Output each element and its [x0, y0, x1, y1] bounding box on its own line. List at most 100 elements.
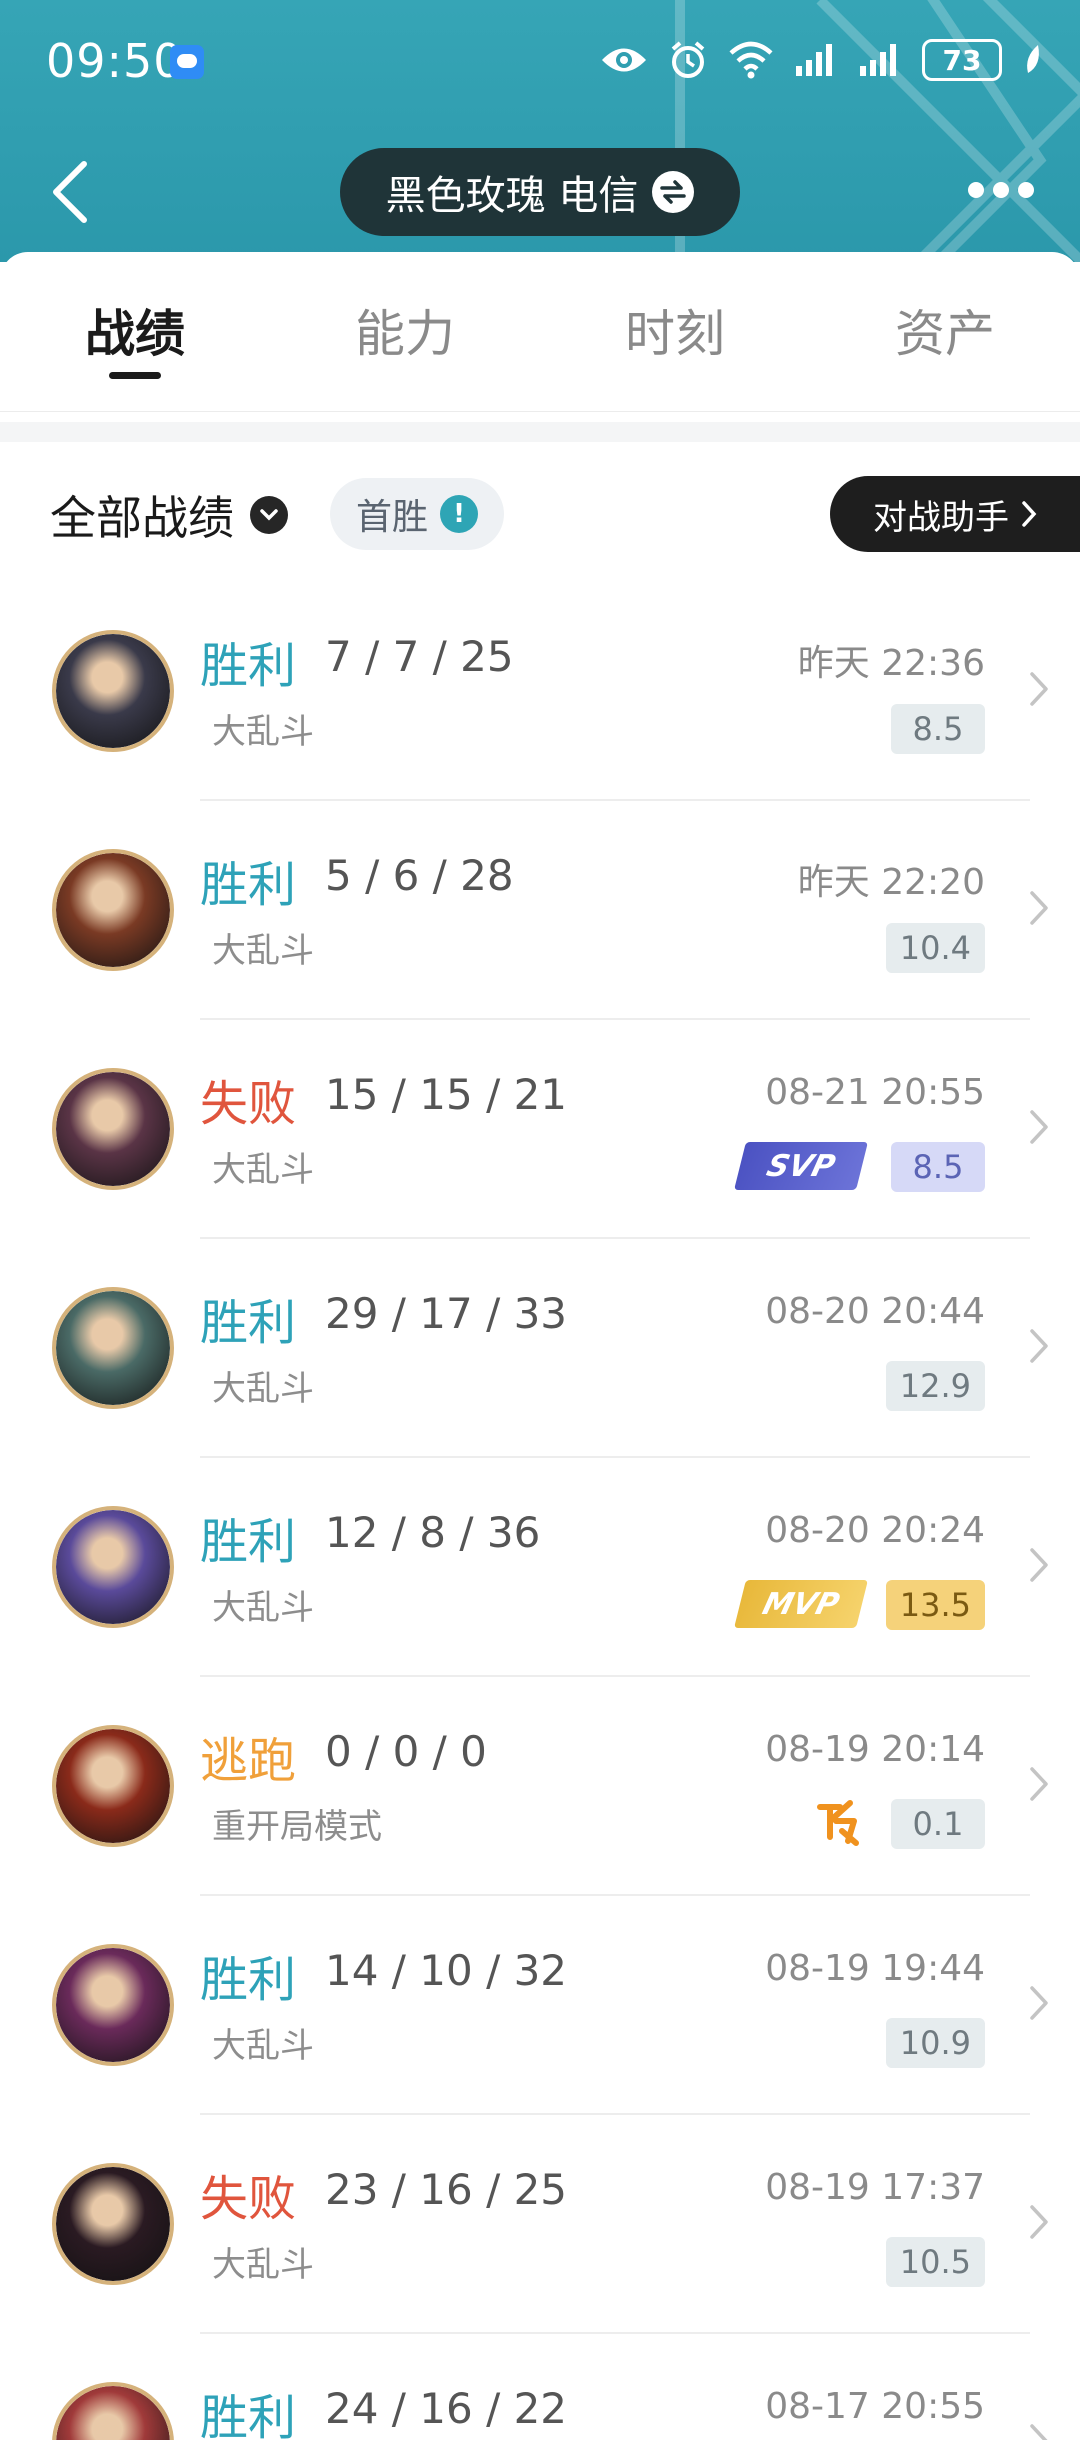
match-result: 胜利	[200, 638, 297, 694]
first-win-label: 首胜	[356, 497, 429, 538]
chevron-right-icon	[1030, 2205, 1048, 2239]
escape-icon	[817, 1800, 859, 1846]
match-score: 10.5	[885, 2237, 985, 2287]
back-arrow-icon	[53, 161, 87, 223]
nav-bar: 黑色玫瑰 电信	[0, 140, 1080, 240]
battle-assistant-label: 对战助手	[873, 497, 1009, 538]
champion-portrait	[56, 1291, 170, 1405]
champion-avatar	[52, 1506, 174, 1628]
kda-value: 24 / 16 / 22	[325, 2384, 568, 2433]
status-icons: 73	[600, 36, 1044, 84]
account-name: 黑色玫瑰 电信	[385, 173, 639, 219]
champion-portrait	[56, 2386, 170, 2440]
account-switcher[interactable]: 黑色玫瑰 电信	[340, 148, 740, 236]
battle-assistant-button[interactable]: 对战助手	[830, 476, 1080, 552]
tab-records[interactable]: 战绩	[0, 252, 270, 411]
champion-avatar	[52, 849, 174, 971]
match-row[interactable]: 胜利 12 / 8 / 36 大乱斗 08-20 20:24 13.5 MVP	[0, 1458, 1080, 1677]
champion-portrait	[56, 1510, 170, 1624]
match-result: 失败	[200, 1076, 297, 1132]
match-result: 胜利	[200, 1514, 297, 1570]
champion-portrait	[56, 1729, 170, 1843]
match-row[interactable]: 胜利 5 / 6 / 28 大乱斗 昨天 22:20 10.4	[0, 801, 1080, 1020]
champion-avatar	[52, 1287, 174, 1409]
battery-indicator: 73	[922, 39, 1002, 81]
alarm-icon	[671, 41, 705, 78]
kda-value: 15 / 15 / 21	[325, 1070, 568, 1119]
kda-value: 0 / 0 / 0	[325, 1727, 487, 1776]
mvp-badge: MVP	[734, 1580, 868, 1628]
first-win-chip[interactable]: 首胜 !	[330, 478, 505, 550]
kda-value: 29 / 17 / 33	[325, 1289, 568, 1338]
chevron-right-icon	[1030, 672, 1048, 706]
champion-portrait	[56, 853, 170, 967]
chevron-down-icon	[250, 496, 288, 534]
match-row[interactable]: 逃跑 0 / 0 / 0 重开局模式 08-19 20:14 0.1	[0, 1677, 1080, 1896]
chevron-right-icon	[1030, 1548, 1048, 1582]
section-divider	[0, 422, 1080, 442]
game-mode: 大乱斗	[212, 2026, 314, 2066]
match-score: 13.5	[885, 1580, 985, 1630]
champion-portrait	[56, 1948, 170, 2062]
champion-avatar	[52, 630, 174, 752]
status-time: 09:50	[46, 34, 184, 88]
kda-value: 12 / 8 / 36	[325, 1508, 541, 1557]
chevron-right-icon	[1030, 1329, 1048, 1363]
chevron-right-icon	[1030, 1767, 1048, 1801]
record-filter-dropdown[interactable]: 全部战绩	[50, 482, 288, 548]
match-time: 08-20 20:44	[765, 1291, 985, 1332]
kda-value: 23 / 16 / 25	[325, 2165, 568, 2214]
game-mode: 大乱斗	[212, 1588, 314, 1628]
match-row[interactable]: 胜利 24 / 16 / 22 08-17 20:55	[0, 2334, 1080, 2440]
tab-assets[interactable]: 资产	[810, 252, 1080, 411]
match-score: 8.5	[891, 704, 985, 754]
match-row[interactable]: 胜利 7 / 7 / 25 大乱斗 昨天 22:36 8.5	[0, 582, 1080, 801]
champion-avatar	[52, 1068, 174, 1190]
filter-row: 全部战绩 首胜 ! 对战助手	[0, 442, 1080, 582]
info-icon: !	[440, 495, 479, 533]
more-button[interactable]	[968, 180, 1034, 200]
champion-avatar	[52, 1944, 174, 2066]
champion-portrait	[56, 634, 170, 748]
match-time: 昨天 22:36	[797, 643, 985, 684]
back-button[interactable]	[44, 156, 104, 228]
match-result: 胜利	[200, 2390, 297, 2440]
app-header: 09:50 73 黑色玫瑰 电信	[0, 0, 1080, 262]
status-bar: 09:50 73	[0, 0, 1080, 120]
match-time: 昨天 22:20	[797, 862, 985, 903]
svp-badge: SVP	[734, 1142, 868, 1190]
wifi-icon	[729, 41, 773, 79]
game-mode: 大乱斗	[212, 1150, 314, 1190]
tab-bar: 战绩 能力 时刻 资产	[0, 252, 1080, 412]
match-row[interactable]: 胜利 14 / 10 / 32 大乱斗 08-19 19:44 10.9	[0, 1896, 1080, 2115]
match-row[interactable]: 失败 15 / 15 / 21 大乱斗 08-21 20:55 8.5 SVP	[0, 1020, 1080, 1239]
match-row[interactable]: 失败 23 / 16 / 25 大乱斗 08-19 17:37 10.5	[0, 2115, 1080, 2334]
chevron-right-icon	[1030, 891, 1048, 925]
champion-portrait	[56, 1072, 170, 1186]
record-filter-label: 全部战绩	[50, 491, 234, 545]
kda-value: 7 / 7 / 25	[325, 632, 514, 681]
tab-ability[interactable]: 能力	[270, 252, 540, 411]
match-result: 胜利	[200, 1295, 297, 1351]
match-score: 0.1	[891, 1799, 985, 1849]
match-result: 逃跑	[200, 1733, 297, 1789]
match-score: 12.9	[885, 1361, 985, 1411]
match-score: 10.4	[885, 923, 985, 973]
match-time: 08-19 19:44	[765, 1948, 985, 1989]
match-row[interactable]: 胜利 29 / 17 / 33 大乱斗 08-20 20:44 12.9	[0, 1239, 1080, 1458]
match-score: 10.9	[885, 2018, 985, 2068]
game-mode: 大乱斗	[212, 712, 314, 752]
chevron-right-icon	[1030, 2424, 1048, 2440]
match-time: 08-19 17:37	[765, 2167, 985, 2208]
champion-avatar	[52, 1725, 174, 1847]
match-time: 08-21 20:55	[765, 1072, 985, 1113]
kda-value: 5 / 6 / 28	[325, 851, 514, 900]
game-mode: 大乱斗	[212, 2245, 314, 2285]
more-dots-icon	[968, 182, 984, 198]
match-score: 8.5	[891, 1142, 985, 1192]
tab-moments[interactable]: 时刻	[540, 252, 810, 411]
kda-value: 14 / 10 / 32	[325, 1946, 568, 1995]
match-result: 胜利	[200, 857, 297, 913]
swap-arrows-icon	[652, 171, 695, 213]
message-notification-icon	[170, 45, 204, 79]
